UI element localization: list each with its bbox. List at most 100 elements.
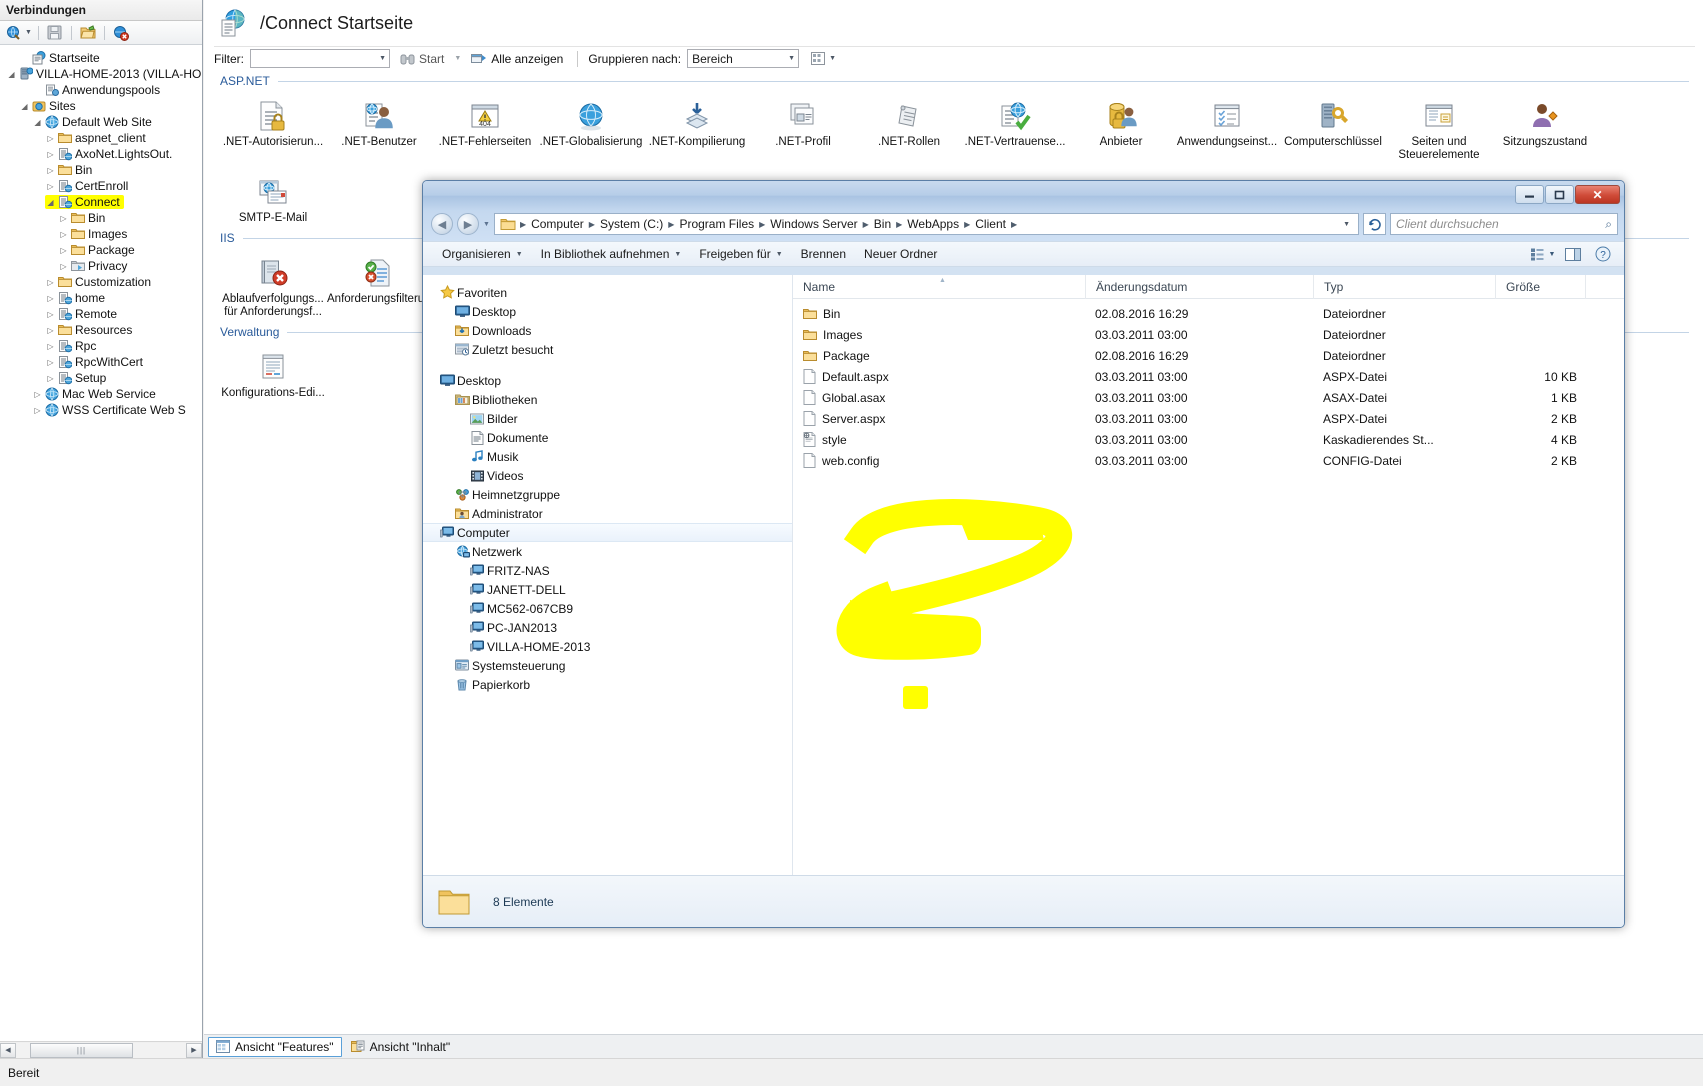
window-controls[interactable]: ✕ [1515, 185, 1620, 204]
tree-expander-icon[interactable]: ▷ [45, 374, 56, 383]
feature-item-anforderungsfilterung[interactable]: Anforderungsfilterung [326, 253, 432, 319]
file-list-header[interactable]: ▲ Name Änderungsdatum Typ Größe [793, 275, 1624, 299]
tree-node-bin[interactable]: ▷Bin [0, 210, 202, 226]
feature-item-smtp-e-mail[interactable]: SMTP-E-Mail [220, 172, 326, 225]
nav-item-administrator[interactable]: Administrator [437, 504, 792, 523]
chevron-down-icon[interactable]: ▼ [674, 251, 681, 258]
show-all-button[interactable]: Alle anzeigen [467, 51, 567, 67]
feature-item-konfigurations-edi[interactable]: Konfigurations-Edi... [220, 347, 326, 400]
tree-node-rpcwithcert[interactable]: ▷RpcWithCert [0, 354, 202, 370]
address-bar[interactable]: ▶Computer▶System (C:)▶Program Files▶Wind… [494, 213, 1359, 235]
feature-item-net-profil[interactable]: .NET-Profil [750, 96, 856, 162]
view-tabs[interactable]: Ansicht "Features"Ansicht "Inhalt" [204, 1034, 1703, 1058]
connections-hscrollbar[interactable]: ◀ ||| ▶ [0, 1041, 202, 1058]
tree-node-customization[interactable]: ▷Customization [0, 274, 202, 290]
column-header-date[interactable]: Änderungsdatum [1085, 275, 1313, 299]
breadcrumb-separator-icon[interactable]: ▶ [894, 220, 904, 229]
tree-node-sites[interactable]: ◢Sites [0, 98, 202, 114]
tree-expander-icon[interactable]: ▷ [45, 278, 56, 287]
forward-button[interactable]: ▶ [457, 213, 479, 235]
maximize-button[interactable] [1545, 185, 1574, 204]
feature-item-computerschl-ssel[interactable]: Computerschlüssel [1280, 96, 1386, 162]
chevron-down-icon[interactable]: ▼ [776, 251, 783, 258]
breadcrumb-item[interactable]: Bin [871, 217, 894, 231]
tree-node-bin[interactable]: ▷Bin [0, 162, 202, 178]
tree-node-home[interactable]: ▷home [0, 290, 202, 306]
chevron-down-icon[interactable]: ▼ [516, 251, 523, 258]
tree-expander-icon[interactable]: ▷ [45, 182, 56, 191]
feature-item-net-rollen[interactable]: .NET-Rollen [856, 96, 962, 162]
breadcrumb-item[interactable]: Client [972, 217, 1009, 231]
disconnect-icon[interactable] [111, 24, 131, 42]
connect-to-icon[interactable] [4, 24, 24, 42]
tree-expander-icon[interactable]: ▷ [32, 406, 43, 415]
file-row[interactable]: Images03.03.2011 03:00Dateiordner [793, 324, 1624, 345]
feature-item-anwendungseinst[interactable]: Anwendungseinst... [1174, 96, 1280, 162]
filter-start-button[interactable]: Start [396, 51, 448, 67]
feature-item-ablaufverfolgungs-f-r-anforderungsf[interactable]: Ablaufverfolgungs... für Anforderungsf..… [220, 253, 326, 319]
toolbar-button-organisieren[interactable]: Organisieren▼ [433, 243, 532, 265]
nav-item-computer[interactable]: Computer [423, 523, 792, 542]
tree-expander-icon[interactable]: ▷ [45, 326, 56, 335]
feature-item-net-benutzer[interactable]: .NET-Benutzer [326, 96, 432, 162]
tree-node-images[interactable]: ▷Images [0, 226, 202, 242]
nav-item-musik[interactable]: Musik [437, 447, 792, 466]
column-header-size[interactable]: Größe [1495, 275, 1585, 299]
tree-expander-icon[interactable]: ◢ [19, 102, 30, 111]
tree-expander-icon[interactable]: ▷ [32, 390, 43, 399]
save-icon[interactable] [45, 24, 65, 42]
breadcrumb-separator-icon[interactable]: ▶ [861, 220, 871, 229]
recent-pages-caret[interactable]: ▼ [483, 221, 490, 228]
column-header-name[interactable]: ▲ Name [793, 275, 1085, 299]
close-button[interactable]: ✕ [1575, 185, 1620, 204]
tree-node-remote[interactable]: ▷Remote [0, 306, 202, 322]
file-row[interactable]: Global.asax03.03.2011 03:00ASAX-Datei1 K… [793, 387, 1624, 408]
chevron-down-icon[interactable]: ▼ [829, 55, 836, 62]
tree-expander-icon[interactable]: ▷ [45, 150, 56, 159]
connect-dropdown-caret[interactable]: ▼ [25, 29, 32, 36]
tree-expander-icon[interactable]: ▷ [58, 230, 69, 239]
address-dropdown-caret[interactable]: ▼ [1337, 221, 1356, 228]
minimize-button[interactable] [1515, 185, 1544, 204]
tree-node-villa-home-2013-villa-ho[interactable]: ◢VILLA-HOME-2013 (VILLA-HO [0, 66, 202, 82]
toolbar-button-neuer-ordner[interactable]: Neuer Ordner [855, 243, 946, 265]
breadcrumb-item[interactable]: Program Files [676, 217, 757, 231]
file-row[interactable]: Server.aspx03.03.2011 03:00ASPX-Datei2 K… [793, 408, 1624, 429]
tree-expander-icon[interactable]: ◢ [6, 70, 17, 79]
tree-node-resources[interactable]: ▷Resources [0, 322, 202, 338]
nav-item-videos[interactable]: Videos [437, 466, 792, 485]
chevron-down-icon[interactable]: ▼ [1549, 251, 1556, 258]
tree-expander-icon[interactable]: ▷ [45, 342, 56, 351]
view-tab-features[interactable]: Ansicht "Features" [208, 1037, 342, 1057]
nav-item-janett-dell[interactable]: JANETT-DELL [437, 580, 792, 599]
column-header-type[interactable]: Typ [1313, 275, 1495, 299]
tree-node-mac-web-service[interactable]: ▷Mac Web Service [0, 386, 202, 402]
tree-node-setup[interactable]: ▷Setup [0, 370, 202, 386]
tree-node-aspnet-client[interactable]: ▷aspnet_client [0, 130, 202, 146]
tree-node-default-web-site[interactable]: ◢Default Web Site [0, 114, 202, 130]
breadcrumb[interactable]: ▶Computer▶System (C:)▶Program Files▶Wind… [518, 217, 1019, 231]
nav-item-papierkorb[interactable]: Papierkorb [437, 675, 792, 694]
nav-item-downloads[interactable]: Downloads [437, 321, 792, 340]
tree-expander-icon[interactable]: ▷ [45, 358, 56, 367]
nav-item-villa-home-2013[interactable]: VILLA-HOME-2013 [437, 637, 792, 656]
explorer-toolbar[interactable]: Organisieren▼In Bibliothek aufnehmen▼Fre… [423, 241, 1624, 267]
file-row[interactable]: style03.03.2011 03:00Kaskadierendes St..… [793, 429, 1624, 450]
back-button[interactable]: ◀ [431, 213, 453, 235]
preview-pane-button[interactable] [1558, 243, 1588, 265]
search-icon[interactable]: ⌕ [1605, 217, 1612, 232]
chevron-down-icon[interactable]: ▼ [788, 55, 795, 62]
nav-item-dokumente[interactable]: Dokumente [437, 428, 792, 447]
toolbar-button-brennen[interactable]: Brennen [792, 243, 855, 265]
feature-item-net-fehlerseiten[interactable]: 404.NET-Fehlerseiten [432, 96, 538, 162]
breadcrumb-item[interactable]: Windows Server [767, 217, 860, 231]
nav-item-zuletzt-besucht[interactable]: Zuletzt besucht [437, 340, 792, 359]
chevron-down-icon[interactable]: ▼ [379, 55, 386, 62]
breadcrumb-item[interactable]: WebApps [904, 217, 962, 231]
feature-item-sitzungszustand[interactable]: Sitzungszustand [1492, 96, 1598, 162]
tree-node-package[interactable]: ▷Package [0, 242, 202, 258]
breadcrumb-separator-icon[interactable]: ▶ [666, 220, 676, 229]
nav-item-pc-jan2013[interactable]: PC-JAN2013 [437, 618, 792, 637]
tree-node-certenroll[interactable]: ▷CertEnroll [0, 178, 202, 194]
scroll-right-icon[interactable]: ▶ [186, 1043, 202, 1058]
